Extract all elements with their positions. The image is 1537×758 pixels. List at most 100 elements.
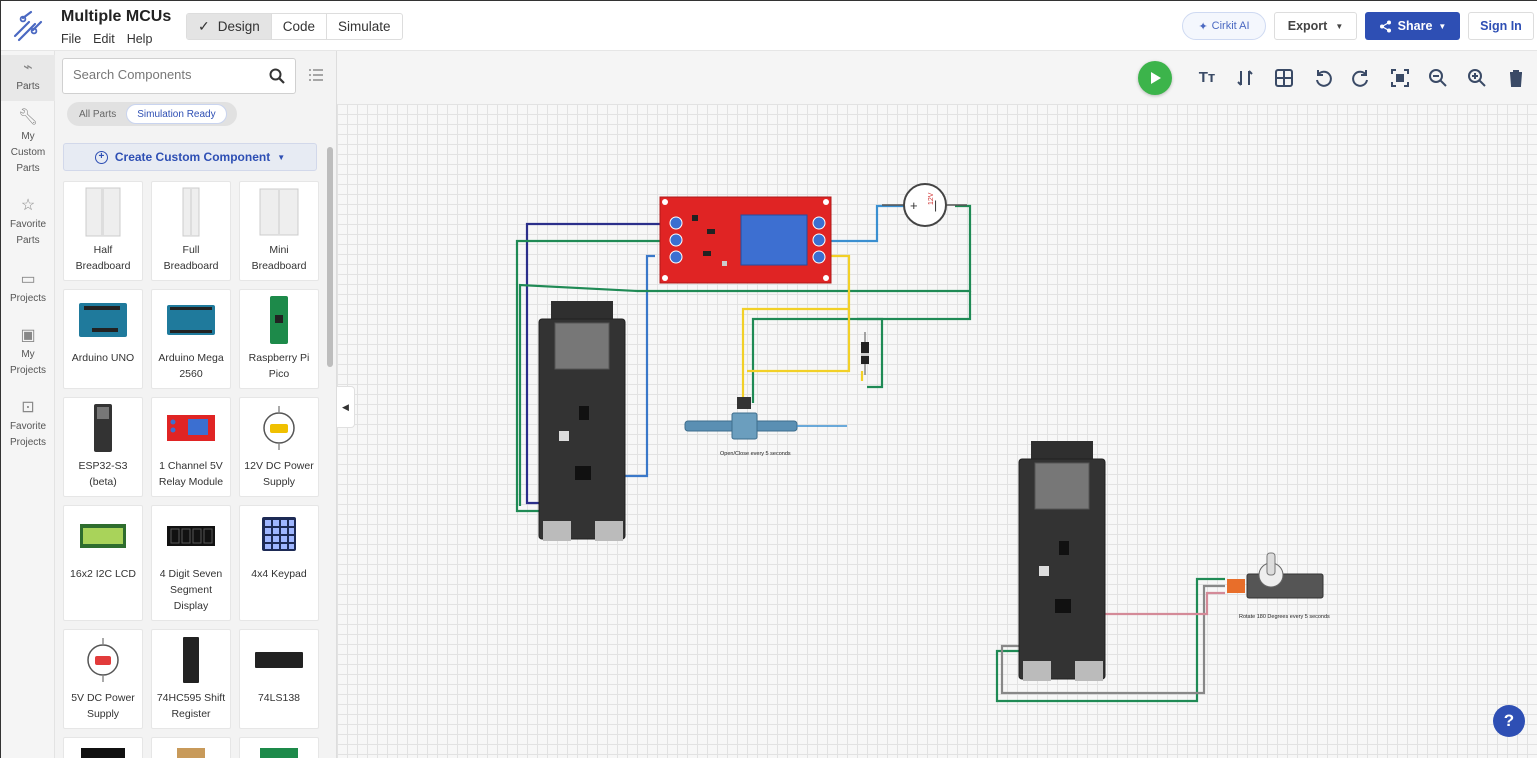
rail-item-custom-parts[interactable]: 🔧︎ My Custom Parts — [1, 109, 55, 177]
part-arduino-mega[interactable]: Arduino Mega 2560 — [151, 289, 231, 389]
part-esp32-s3[interactable]: ESP32-S3 (beta) — [63, 397, 143, 497]
arduino-board-icon — [79, 303, 127, 337]
caret-down-icon: ▼ — [277, 152, 286, 162]
circuit-drawing: + | 12V Open/Close every 5 seconds Rotat… — [515, 183, 1330, 703]
part-arduino-uno[interactable]: Arduino UNO — [63, 289, 143, 389]
part-12v-power-supply[interactable]: 12V DC Power Supply — [239, 397, 319, 497]
create-custom-component-label: Create Custom Component — [114, 150, 271, 164]
part-mini-breadboard[interactable]: Mini Breadboard — [239, 181, 319, 281]
part-raspberry-pi-pico[interactable]: Raspberry Pi Pico — [239, 289, 319, 389]
filter-simulation-ready[interactable]: Simulation Ready — [126, 104, 227, 124]
parts-scrollbar[interactable] — [327, 147, 333, 367]
relay-module[interactable] — [659, 196, 832, 284]
part-lcd-16x2[interactable]: 16x2 I2C LCD — [63, 505, 143, 621]
tab-code[interactable]: Code — [272, 14, 328, 39]
caret-down-icon: ▼ — [1438, 21, 1447, 31]
rail-item-label: My Custom Parts — [10, 131, 46, 174]
display-icon — [81, 748, 125, 758]
rail-item-favorite-projects[interactable]: ⊡ Favorite Projects — [1, 399, 55, 451]
part-74hc595[interactable]: 74HC595 Shift Register — [151, 629, 231, 729]
rail-item-projects[interactable]: ▭ Projects — [1, 271, 55, 307]
part-tile-partial[interactable] — [63, 737, 143, 758]
caret-down-icon: ▼ — [1335, 21, 1344, 31]
plus-circle-icon: + — [94, 150, 108, 164]
app-logo-icon[interactable] — [11, 10, 43, 42]
collapse-panel-button[interactable]: ◀ — [337, 386, 355, 428]
wire-green-5[interactable] — [857, 317, 884, 389]
sparkle-icon: ✦ — [1198, 20, 1208, 33]
ic-chip-icon — [255, 652, 303, 668]
parts-grid: Half Breadboard Full Breadboard Mini Bre… — [63, 181, 319, 758]
part-thumbnail — [240, 630, 318, 690]
design-canvas[interactable]: Tт + | 12V Open/Close every 5 seconds Ro… — [337, 51, 1537, 758]
wire-blue-2[interactable] — [827, 204, 907, 243]
part-thumbnail — [240, 506, 318, 566]
part-thumbnail — [64, 290, 142, 350]
sign-in-button[interactable]: Sign In — [1468, 12, 1534, 40]
part-keypad-4x4[interactable]: 4x4 Keypad — [239, 505, 319, 621]
cirkit-ai-button[interactable]: ✦ Cirkit AI — [1182, 12, 1266, 40]
power-supply-icon — [263, 406, 295, 450]
part-thumbnail — [152, 290, 230, 350]
search-icon[interactable] — [269, 68, 285, 84]
pico-board-icon — [270, 296, 288, 344]
rail-item-label: Favorite Projects — [9, 421, 47, 448]
supply-label: 12V — [928, 192, 935, 205]
part-label: 1 Channel 5V Relay Module — [158, 460, 224, 488]
part-tile-partial[interactable] — [239, 737, 319, 758]
mode-switch: ✓ Design Code Simulate — [186, 13, 403, 40]
wire-pink[interactable] — [1102, 591, 1225, 616]
servo-motor[interactable]: Rotate 180 Degrees every 5 seconds — [1227, 552, 1330, 620]
share-label: Share — [1397, 19, 1433, 33]
create-custom-component-button[interactable]: + Create Custom Component ▼ — [63, 143, 317, 171]
relay-module-icon — [167, 415, 215, 441]
tab-simulate[interactable]: Simulate — [327, 14, 402, 39]
search-input[interactable] — [73, 67, 258, 82]
list-view-icon[interactable] — [309, 69, 323, 81]
part-thumbnail — [64, 182, 142, 242]
rail-item-my-projects[interactable]: ▣ My Projects — [1, 327, 55, 379]
part-5v-power-supply[interactable]: 5V DC Power Supply — [63, 629, 143, 729]
ic-chip-icon — [183, 637, 199, 683]
part-thumbnail — [152, 398, 230, 458]
part-relay-module[interactable]: 1 Channel 5V Relay Module — [151, 397, 231, 497]
menu-edit[interactable]: Edit — [93, 32, 115, 46]
part-thumbnail — [240, 290, 318, 350]
part-label: Full Breadboard — [163, 244, 219, 272]
part-full-breadboard[interactable]: Full Breadboard — [151, 181, 231, 281]
part-label: 74HC595 Shift Register — [156, 692, 226, 720]
menu-file[interactable]: File — [61, 32, 81, 46]
rail-item-favorite-parts[interactable]: ☆ Favorite Parts — [1, 197, 55, 249]
menu-help[interactable]: Help — [127, 32, 153, 46]
project-title[interactable]: Multiple MCUs — [61, 8, 171, 26]
solenoid-valve[interactable]: Open/Close every 5 seconds — [684, 397, 847, 457]
breadboard-icon — [259, 188, 299, 236]
esp32-board-1[interactable] — [538, 301, 626, 541]
esp32-board-2[interactable] — [1018, 441, 1106, 681]
export-button[interactable]: Export ▼ — [1274, 12, 1357, 40]
rail-item-parts[interactable]: ⌁ Parts — [1, 55, 55, 101]
parts-filter: All Parts Simulation Ready — [67, 102, 237, 126]
diode[interactable] — [861, 332, 869, 375]
part-half-breadboard[interactable]: Half Breadboard — [63, 181, 143, 281]
search-box — [62, 58, 296, 94]
rail-item-label: My Projects — [9, 349, 47, 376]
help-button[interactable]: ? — [1493, 705, 1525, 737]
part-74ls138[interactable]: 74LS138 — [239, 629, 319, 729]
part-seven-segment[interactable]: 4 Digit Seven Segment Display — [151, 505, 231, 621]
share-icon — [1379, 20, 1391, 32]
part-thumbnail — [64, 398, 142, 458]
part-label: Mini Breadboard — [251, 244, 307, 272]
user-folder-icon: ▣ — [20, 327, 36, 344]
part-thumbnail — [152, 738, 230, 758]
share-button[interactable]: Share ▼ — [1365, 12, 1460, 40]
tab-design[interactable]: ✓ Design — [187, 14, 272, 39]
tab-design-label: Design — [217, 19, 260, 34]
filter-all-parts[interactable]: All Parts — [69, 104, 126, 124]
part-tile-partial[interactable] — [151, 737, 231, 758]
left-rail: ⌁ Parts 🔧︎ My Custom Parts ☆ Favorite Pa… — [1, 51, 55, 758]
wire-blue-1[interactable] — [623, 254, 655, 478]
power-supply-12v[interactable]: + | 12V — [882, 183, 967, 227]
component-icon — [177, 748, 205, 758]
star-folder-icon: ⊡ — [21, 399, 35, 416]
